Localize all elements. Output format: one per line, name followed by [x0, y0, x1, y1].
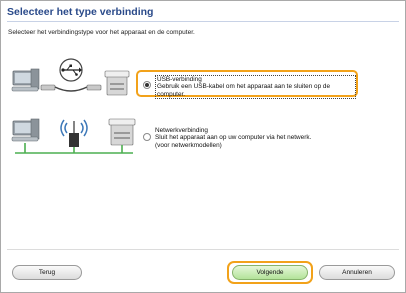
- usb-connection-option[interactable]: USB-verbinding Gebruik een USB-kabel om …: [136, 70, 358, 100]
- usb-cable-icon: [40, 84, 102, 92]
- next-button[interactable]: Volgende: [232, 265, 308, 280]
- network-option-description-line2: (voor netwerkmodellen): [155, 141, 222, 149]
- cancel-button[interactable]: Annuleren: [319, 265, 395, 280]
- back-button[interactable]: Terug: [12, 265, 82, 280]
- network-radio-button[interactable]: [143, 133, 151, 141]
- network-option-label[interactable]: Netwerkverbinding Sluit het apparaat aan…: [155, 127, 311, 149]
- printer-icon: [108, 118, 136, 146]
- title-divider: [7, 21, 399, 22]
- network-connection-option[interactable]: Netwerkverbinding Sluit het apparaat aan…: [136, 124, 365, 149]
- usb-option-description: Gebruik een USB-kabel om het apparaat aa…: [157, 83, 331, 98]
- footer-divider: [7, 249, 399, 250]
- computer-icon: [11, 118, 40, 142]
- connection-type-dialog: Selecteer het type verbinding Selecteer …: [0, 0, 406, 293]
- dialog-title: Selecteer het type verbinding: [7, 6, 154, 18]
- network-option-description-line1: Sluit het apparaat aan op uw computer vi…: [155, 134, 312, 142]
- usb-connection-illustration: [11, 58, 130, 96]
- usb-radio-button[interactable]: [143, 81, 151, 89]
- instruction-text: Selecteer het verbindingstype voor het a…: [8, 29, 195, 36]
- wireless-router-icon: [69, 121, 79, 147]
- network-connection-illustration: [11, 118, 136, 154]
- network-option-heading: Netwerkverbinding: [155, 127, 208, 134]
- usb-symbol-icon: [59, 58, 83, 82]
- printer-icon: [104, 70, 130, 96]
- usb-option-heading: USB-verbinding: [157, 76, 202, 83]
- computer-icon: [11, 68, 40, 92]
- usb-option-label[interactable]: USB-verbinding Gebruik een USB-kabel om …: [155, 75, 356, 100]
